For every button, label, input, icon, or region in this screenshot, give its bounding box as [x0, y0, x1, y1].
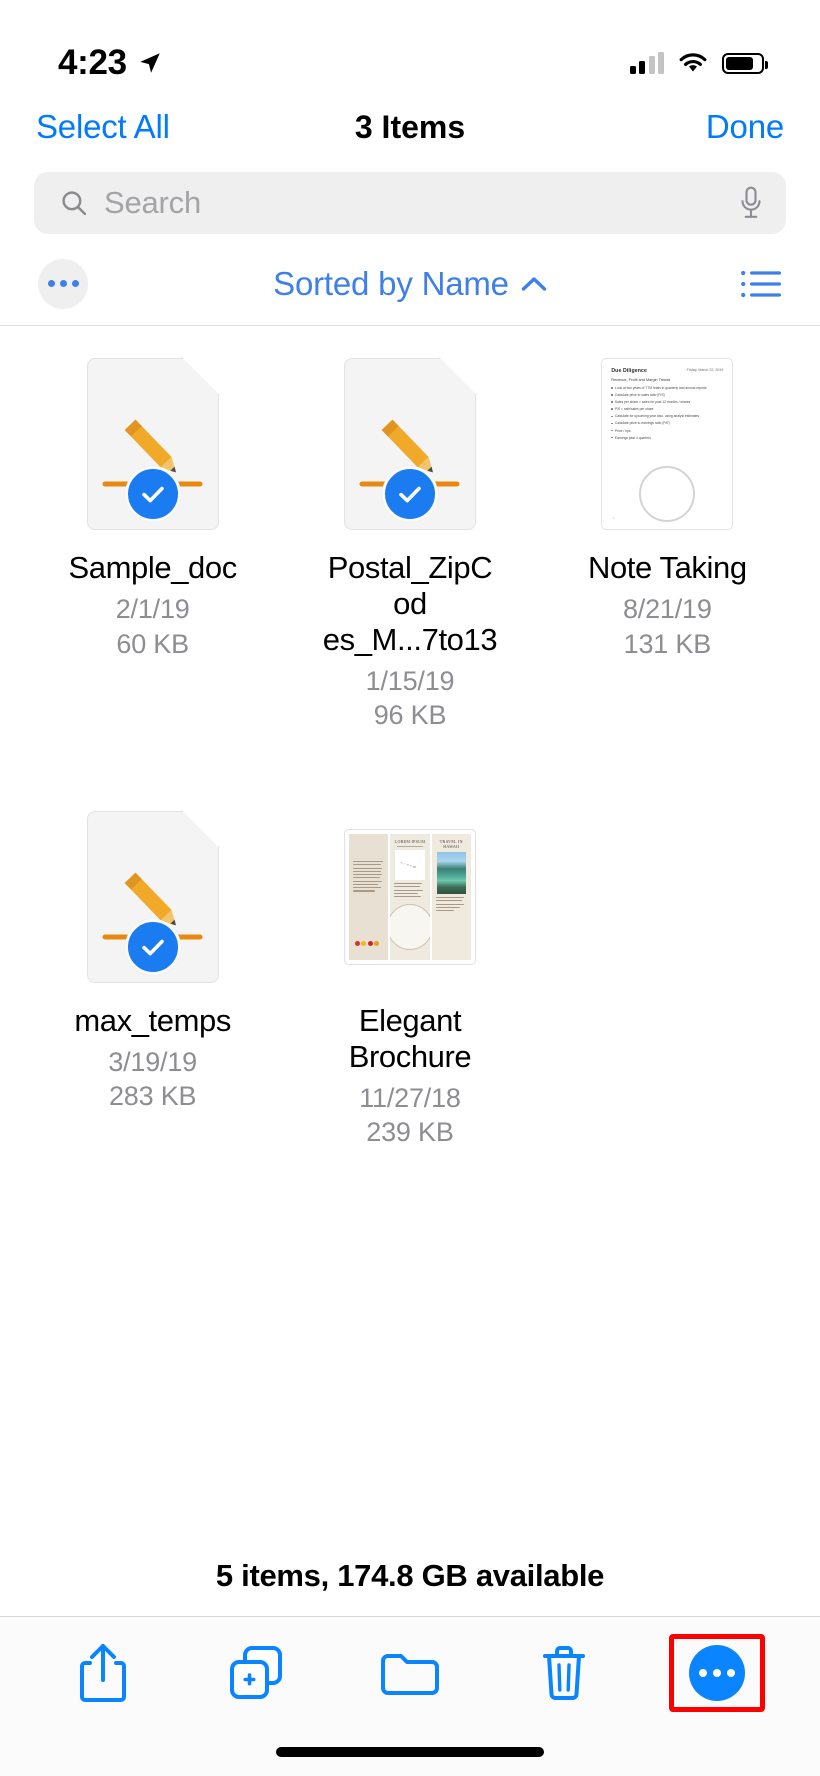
status-bar-left: 4:23 — [58, 43, 163, 83]
preview-date: Friday, March 22, 2019 — [687, 368, 724, 372]
file-name: max_temps — [74, 1003, 231, 1039]
file-grid: Sample_doc 2/1/19 60 KB — [0, 326, 820, 1170]
file-date: 3/19/19 — [108, 1045, 197, 1080]
file-name: Sample_doc — [68, 550, 236, 586]
wifi-icon — [678, 52, 708, 74]
more-actions-button[interactable] — [669, 1634, 765, 1712]
file-name: Postal_ZipCodes_M...7to13 — [321, 550, 499, 658]
battery-icon — [722, 53, 764, 74]
microphone-icon[interactable] — [738, 186, 764, 220]
preview-title: Due Diligence — [611, 368, 647, 374]
brochure-right-title-line2: HAWAII — [436, 844, 467, 849]
status-bar: 4:23 — [0, 0, 820, 96]
flower-decoration-icon — [355, 941, 380, 946]
file-size: 60 KB — [116, 627, 189, 662]
selected-checkmark-badge[interactable] — [125, 919, 181, 975]
home-indicator[interactable] — [276, 1747, 544, 1757]
home-indicator-area — [0, 1728, 820, 1776]
files-app-screen: 4:23 Select All 3 Items Done Sea — [0, 0, 820, 1776]
status-bar-right — [630, 52, 765, 74]
search-icon — [60, 189, 88, 217]
unselected-circle-badge[interactable] — [639, 466, 695, 522]
location-arrow-icon — [137, 50, 163, 76]
storage-status-text: 5 items, 174.8 GB available — [0, 1558, 820, 1594]
file-date: 2/1/19 — [116, 592, 190, 627]
status-time: 4:23 — [58, 43, 127, 83]
file-date: 11/27/18 — [359, 1081, 461, 1116]
select-all-button[interactable]: Select All — [36, 108, 170, 146]
share-icon — [78, 1642, 128, 1704]
file-name: Note Taking — [588, 550, 747, 586]
file-thumbnail — [344, 358, 476, 530]
brochure-panel-middle: LOREM IPSUM — [390, 834, 429, 960]
file-thumbnail: LOREM IPSUM — [344, 811, 476, 983]
checkmark-icon — [137, 478, 169, 510]
bottom-toolbar — [0, 1616, 820, 1728]
file-thumbnail — [87, 358, 219, 530]
sort-order-label: Sorted by Name — [273, 265, 509, 303]
file-item-note-taking[interactable]: Due Diligence Friday, March 22, 2019 Rev… — [539, 344, 796, 753]
cellular-signal-icon — [630, 52, 665, 74]
trash-icon — [541, 1645, 587, 1701]
folder-icon — [380, 1649, 440, 1697]
preview-bullet-list: Look at two years of TTM totals in quart… — [611, 386, 723, 440]
search-bar[interactable]: Search — [34, 172, 786, 234]
ellipsis-circle-icon — [689, 1645, 745, 1701]
brochure-middle-title: LOREM IPSUM — [394, 839, 425, 844]
preview-page-number: 1 — [612, 516, 614, 520]
file-date: 1/15/19 — [366, 664, 455, 699]
brochure-panel-right: TRAVEL IN HAWAII — [432, 834, 471, 960]
file-size: 131 KB — [624, 627, 711, 662]
brochure-panel-left — [349, 834, 388, 960]
file-item-max-temps[interactable]: max_temps 3/19/19 283 KB — [24, 753, 281, 1170]
preview-subtitle: Revenue, Profit and Margin Trends — [611, 378, 723, 382]
hawaii-map-icon — [398, 857, 421, 874]
share-button[interactable] — [55, 1634, 151, 1712]
chevron-up-icon — [521, 276, 547, 292]
selected-checkmark-badge[interactable] — [382, 466, 438, 522]
file-size: 239 KB — [366, 1115, 453, 1150]
brochure-thumbnail: LOREM IPSUM — [344, 829, 476, 965]
file-size: 283 KB — [109, 1079, 196, 1114]
selected-checkmark-badge[interactable] — [125, 466, 181, 522]
duplicate-button[interactable] — [208, 1634, 304, 1712]
brochure-circle-placeholder — [390, 904, 429, 950]
search-container: Search — [0, 158, 820, 242]
file-grid-container[interactable]: Sample_doc 2/1/19 60 KB — [0, 326, 820, 1616]
search-input[interactable]: Search — [104, 185, 722, 221]
checkmark-icon — [394, 478, 426, 510]
file-name: ElegantBrochure — [349, 1003, 472, 1075]
hawaii-coast-photo — [437, 852, 466, 894]
file-size: 96 KB — [374, 698, 447, 733]
checkmark-icon — [137, 931, 169, 963]
file-item-postal-zipcodes[interactable]: Postal_ZipCodes_M...7to13 1/15/19 96 KB — [281, 344, 538, 753]
navigation-bar: Select All 3 Items Done — [0, 96, 820, 158]
file-item-elegant-brochure[interactable]: LOREM IPSUM — [281, 753, 538, 1170]
delete-button[interactable] — [516, 1634, 612, 1712]
move-to-folder-button[interactable] — [362, 1634, 458, 1712]
duplicate-icon — [229, 1645, 283, 1701]
file-date: 8/21/19 — [623, 592, 712, 627]
sort-toolbar: Sorted by Name — [0, 242, 820, 326]
file-thumbnail — [87, 811, 219, 983]
file-thumbnail: Due Diligence Friday, March 22, 2019 Rev… — [601, 358, 733, 530]
sort-order-button[interactable]: Sorted by Name — [0, 265, 820, 303]
done-button[interactable]: Done — [706, 108, 784, 146]
file-item-sample-doc[interactable]: Sample_doc 2/1/19 60 KB — [24, 344, 281, 753]
